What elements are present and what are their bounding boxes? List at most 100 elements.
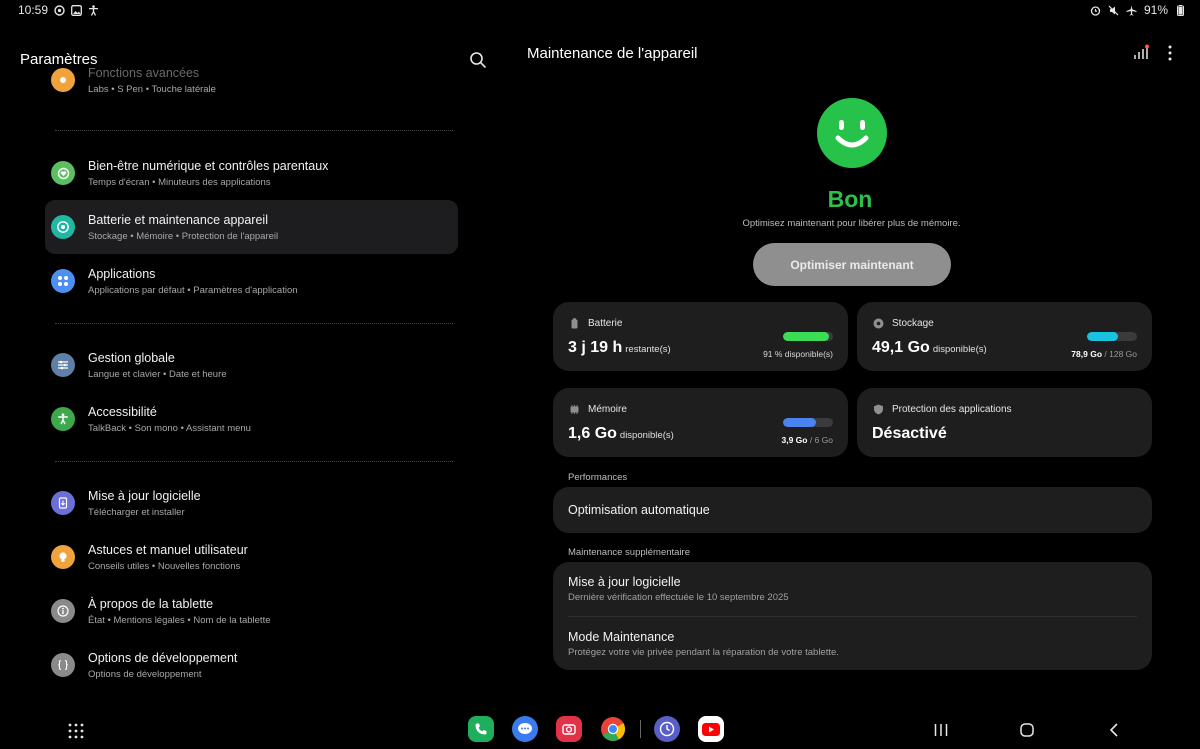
more-options-icon[interactable]	[1162, 44, 1178, 62]
smiley-status-icon	[817, 98, 887, 168]
settings-item-sub: Conseils utiles • Nouvelles fonctions	[88, 561, 241, 572]
settings-item-advanced-features[interactable]: Fonctions avancées Labs • S Pen • Touche…	[45, 53, 458, 107]
storage-total: / 128 Go	[1104, 349, 1137, 359]
device-care-icon	[51, 215, 75, 239]
app-protection-value: Désactivé	[872, 425, 947, 442]
mute-icon	[1108, 4, 1120, 16]
memory-value: 1,6 Go disponible(s)	[568, 425, 674, 443]
camera-app-icon[interactable]	[556, 716, 582, 742]
settings-item-accessibility[interactable]: Accessibilité TalkBack • Son mono • Assi…	[45, 392, 458, 446]
memory-bar	[783, 418, 833, 427]
storage-bar	[1087, 332, 1137, 341]
memory-used: 3,9 Go	[781, 435, 808, 445]
settings-item-applications[interactable]: Applications Applications par défaut • P…	[45, 254, 458, 308]
settings-item-sub: Applications par défaut • Paramètres d'a…	[88, 285, 298, 296]
messages-app-icon[interactable]	[512, 716, 538, 742]
battery-card[interactable]: Batterie 3 j 19 h restante(s) 91 % dispon…	[553, 302, 848, 371]
airplane-icon	[1126, 4, 1138, 16]
storage-icon	[873, 318, 884, 329]
bar-chart-icon[interactable]	[1132, 44, 1150, 62]
settings-item-about-tablet[interactable]: À propos de la tablette État • Mentions …	[45, 584, 458, 638]
battery-bar	[783, 332, 833, 341]
settings-panel: Paramètres Fonctions avancées Labs • S P…	[0, 20, 500, 710]
storage-meta: 78,9 Go / 128 Go	[1071, 349, 1137, 359]
settings-item-label: Fonctions avancées	[88, 66, 200, 80]
divider	[55, 461, 453, 462]
home-button[interactable]	[1016, 719, 1038, 741]
settings-item-sub: État • Mentions légales • Nom de la tabl…	[88, 615, 271, 626]
app-protection-card[interactable]: Protection des applications Désactivé	[857, 388, 1152, 457]
notification-icon	[53, 4, 65, 16]
app-protection-label: Protection des applications	[892, 404, 1012, 415]
settings-item-label: Accessibilité	[88, 405, 157, 419]
apps-icon	[51, 269, 75, 293]
settings-item-label: À propos de la tablette	[88, 597, 214, 611]
settings-item-digital-wellbeing[interactable]: Bien-être numérique et contrôles parenta…	[45, 146, 458, 200]
phone-app-icon[interactable]	[468, 716, 494, 742]
extra-maintenance-group: Mise à jour logicielle Dernière vérifica…	[553, 562, 1152, 670]
optimize-now-button[interactable]: Optimiser maintenant	[753, 243, 951, 286]
status-bar: 10:59 91%	[0, 0, 1200, 20]
status-time: 10:59	[18, 3, 49, 17]
battery-icon	[571, 318, 578, 329]
settings-item-developer-options[interactable]: Options de développement Options de déve…	[45, 638, 458, 692]
settings-item-label: Gestion globale	[88, 351, 175, 365]
storage-bar-fill	[1087, 332, 1118, 341]
battery-value: 3 j 19 h restante(s)	[568, 339, 671, 357]
settings-item-sub: Labs • S Pen • Touche latérale	[88, 84, 216, 95]
settings-item-label: Batterie et maintenance appareil	[88, 213, 268, 227]
storage-used: 78,9 Go	[1071, 349, 1103, 359]
battery-icon	[1174, 4, 1186, 16]
accessibility-person-icon	[51, 407, 75, 431]
settings-item-tips[interactable]: Astuces et manuel utilisateur Conseils u…	[45, 530, 458, 584]
divider	[55, 323, 453, 324]
youtube-app-icon[interactable]	[698, 716, 724, 742]
software-update-row[interactable]: Mise à jour logicielle Dernière vérifica…	[553, 562, 1152, 616]
device-maintenance-panel: Maintenance de l'appareil Bon Optimisez …	[500, 20, 1200, 710]
auto-optimization-row[interactable]: Optimisation automatique	[553, 487, 1152, 533]
clock-app-icon[interactable]	[654, 716, 680, 742]
settings-item-sub: Langue et clavier • Date et heure	[88, 369, 227, 380]
extra-maintenance-section-label: Maintenance supplémentaire	[568, 547, 690, 558]
memory-value-text: 1,6 Go	[568, 425, 617, 442]
lightbulb-icon	[51, 545, 75, 569]
memory-unit: disponible(s)	[619, 430, 674, 441]
settings-item-software-update[interactable]: Mise à jour logicielle Télécharger et in…	[45, 476, 458, 530]
status-description: Optimisez maintenant pour libérer plus d…	[742, 218, 961, 229]
navigation-bar	[0, 710, 1200, 749]
app-drawer-icon[interactable]	[68, 723, 84, 739]
accessibility-icon	[87, 4, 99, 16]
alarm-icon	[1090, 4, 1102, 16]
settings-item-general-management[interactable]: Gestion globale Langue et clavier • Date…	[45, 338, 458, 392]
battery-bar-fill	[783, 332, 829, 341]
storage-card[interactable]: Stockage 49,1 Go disponible(s) 78,9 Go / …	[857, 302, 1152, 371]
settings-item-label: Mise à jour logicielle	[88, 489, 201, 503]
storage-value: 49,1 Go disponible(s)	[872, 339, 987, 357]
maintenance-mode-row[interactable]: Mode Maintenance Protégez votre vie priv…	[553, 616, 1152, 670]
storage-unit: disponible(s)	[932, 344, 987, 355]
settings-item-battery-maintenance[interactable]: Batterie et maintenance appareil Stockag…	[45, 200, 458, 254]
back-button[interactable]	[1103, 719, 1125, 741]
storage-label: Stockage	[892, 318, 934, 329]
info-icon	[51, 599, 75, 623]
settings-item-label: Bien-être numérique et contrôles parenta…	[88, 159, 329, 173]
performances-section-label: Performances	[568, 472, 628, 483]
chrome-app-icon[interactable]	[600, 716, 626, 742]
panel-title: Maintenance de l'appareil	[527, 45, 698, 62]
battery-value-text: 3 j 19 h	[568, 339, 623, 356]
settings-item-label: Options de développement	[88, 651, 238, 665]
heart-icon	[51, 161, 75, 185]
maintenance-mode-title: Mode Maintenance	[568, 630, 675, 644]
memory-chip-icon	[570, 405, 579, 414]
software-update-sub: Dernière vérification effectuée le 10 se…	[568, 592, 789, 603]
settings-item-label: Applications	[88, 267, 156, 281]
battery-unit: restante(s)	[625, 344, 671, 355]
settings-item-sub: Temps d'écran • Minuteurs des applicatio…	[88, 177, 271, 188]
recent-apps-button[interactable]	[930, 719, 952, 741]
memory-card[interactable]: Mémoire 1,6 Go disponible(s) 3,9 Go / 6 G…	[553, 388, 848, 457]
search-icon[interactable]	[468, 50, 488, 70]
software-update-title: Mise à jour logicielle	[568, 575, 681, 589]
image-icon	[70, 4, 82, 16]
gear-flower-icon	[51, 68, 75, 92]
braces-icon	[51, 653, 75, 677]
